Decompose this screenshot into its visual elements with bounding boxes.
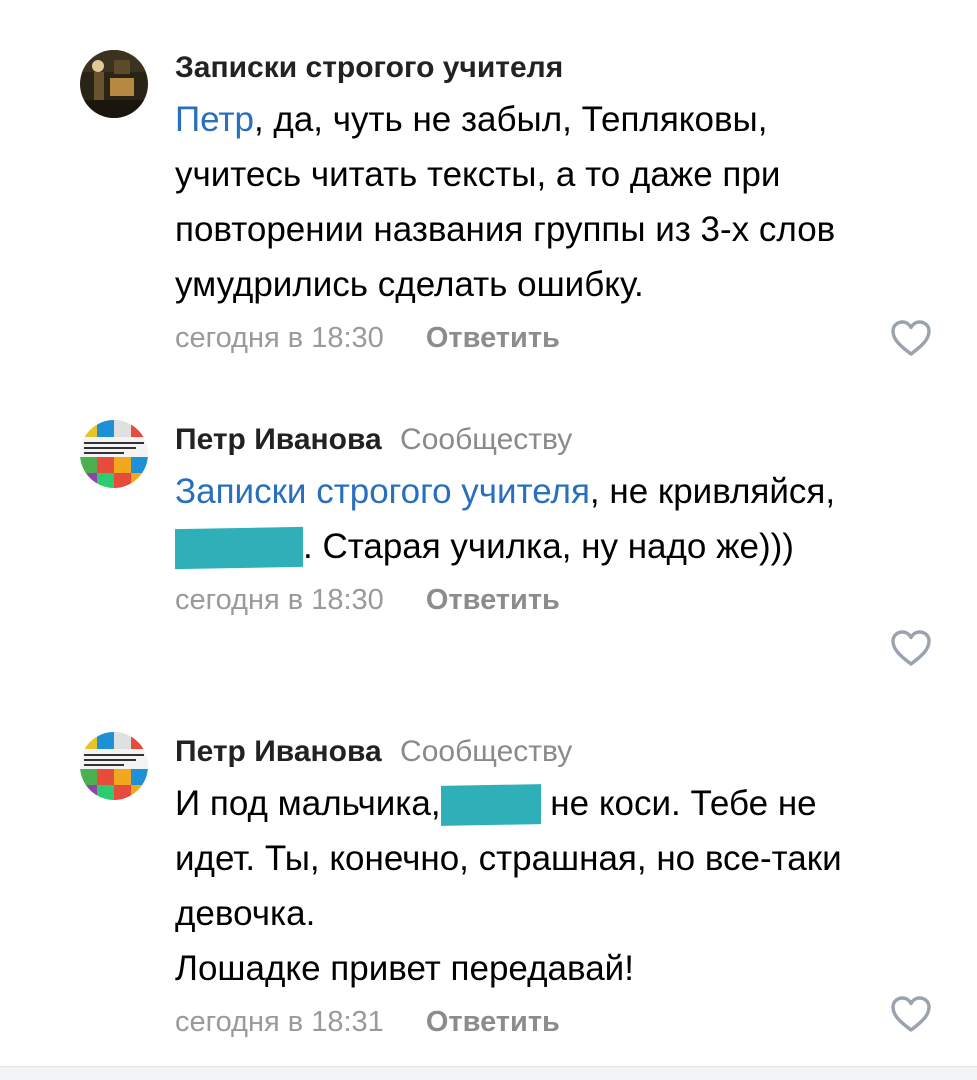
comment-body: Петр Иванова Сообществу И под мальчика, … [175, 732, 875, 1042]
comment-timestamp: сегодня в 18:30 [175, 584, 384, 616]
bottom-divider [0, 1066, 977, 1080]
reply-button[interactable]: Ответить [426, 322, 560, 354]
avatar[interactable] [80, 50, 148, 118]
comment-author[interactable]: Петр Иванова [175, 423, 382, 456]
comment-body: Записки строгого учителя Петр, да, чуть … [175, 48, 875, 358]
comment-text-part: , не кривляйся, [589, 472, 836, 511]
comment-text-part: Лошадке привет передавай! [175, 949, 634, 988]
comment-text-part: . Старая училка, ну надо же))) [303, 527, 794, 566]
heart-outline-icon[interactable] [889, 318, 933, 358]
comment-timestamp: сегодня в 18:31 [175, 1006, 384, 1038]
comment-meta: сегодня в 18:30 Ответить [175, 580, 875, 620]
comment-timestamp: сегодня в 18:30 [175, 322, 384, 354]
avatar[interactable] [80, 732, 148, 800]
mention-link[interactable]: Записки строгого учителя [175, 472, 590, 511]
comment-author[interactable]: Записки строгого учителя [175, 51, 563, 84]
comment-recipient: Сообществу [400, 735, 573, 768]
comment-header: Записки строгого учителя [175, 48, 875, 88]
comment-body: Петр Иванова Сообществу Записки строгого… [175, 420, 875, 620]
reply-button[interactable]: Ответить [426, 584, 560, 616]
redaction-block [440, 784, 541, 826]
comments-thread: Записки строгого учителя Петр, да, чуть … [0, 0, 977, 1080]
reply-button[interactable]: Ответить [426, 1006, 560, 1038]
comment-text: Петр, да, чуть не забыл, Тепляковы, учит… [175, 92, 875, 312]
comment-text: И под мальчика, не коси. Тебе не идет. Т… [175, 776, 875, 996]
heart-outline-icon[interactable] [889, 994, 933, 1034]
mention-link[interactable]: Петр [175, 100, 254, 139]
comment-recipient: Сообществу [400, 423, 573, 456]
comment-meta: сегодня в 18:30 Ответить [175, 318, 875, 358]
avatar[interactable] [80, 420, 148, 488]
comment-text: Записки строгого учителя, не кривляйся,.… [175, 464, 875, 574]
comment-header: Петр Иванова Сообществу [175, 732, 875, 772]
heart-outline-icon[interactable] [889, 628, 933, 668]
comment-text-part: И под мальчика, [175, 784, 441, 823]
comment-author[interactable]: Петр Иванова [175, 735, 382, 768]
comment-header: Петр Иванова Сообществу [175, 420, 875, 460]
comment-meta: сегодня в 18:31 Ответить [175, 1002, 875, 1042]
redaction-block [175, 526, 303, 570]
comment-text-part: , да, чуть не забыл, Тепляковы, учитесь … [175, 100, 836, 304]
